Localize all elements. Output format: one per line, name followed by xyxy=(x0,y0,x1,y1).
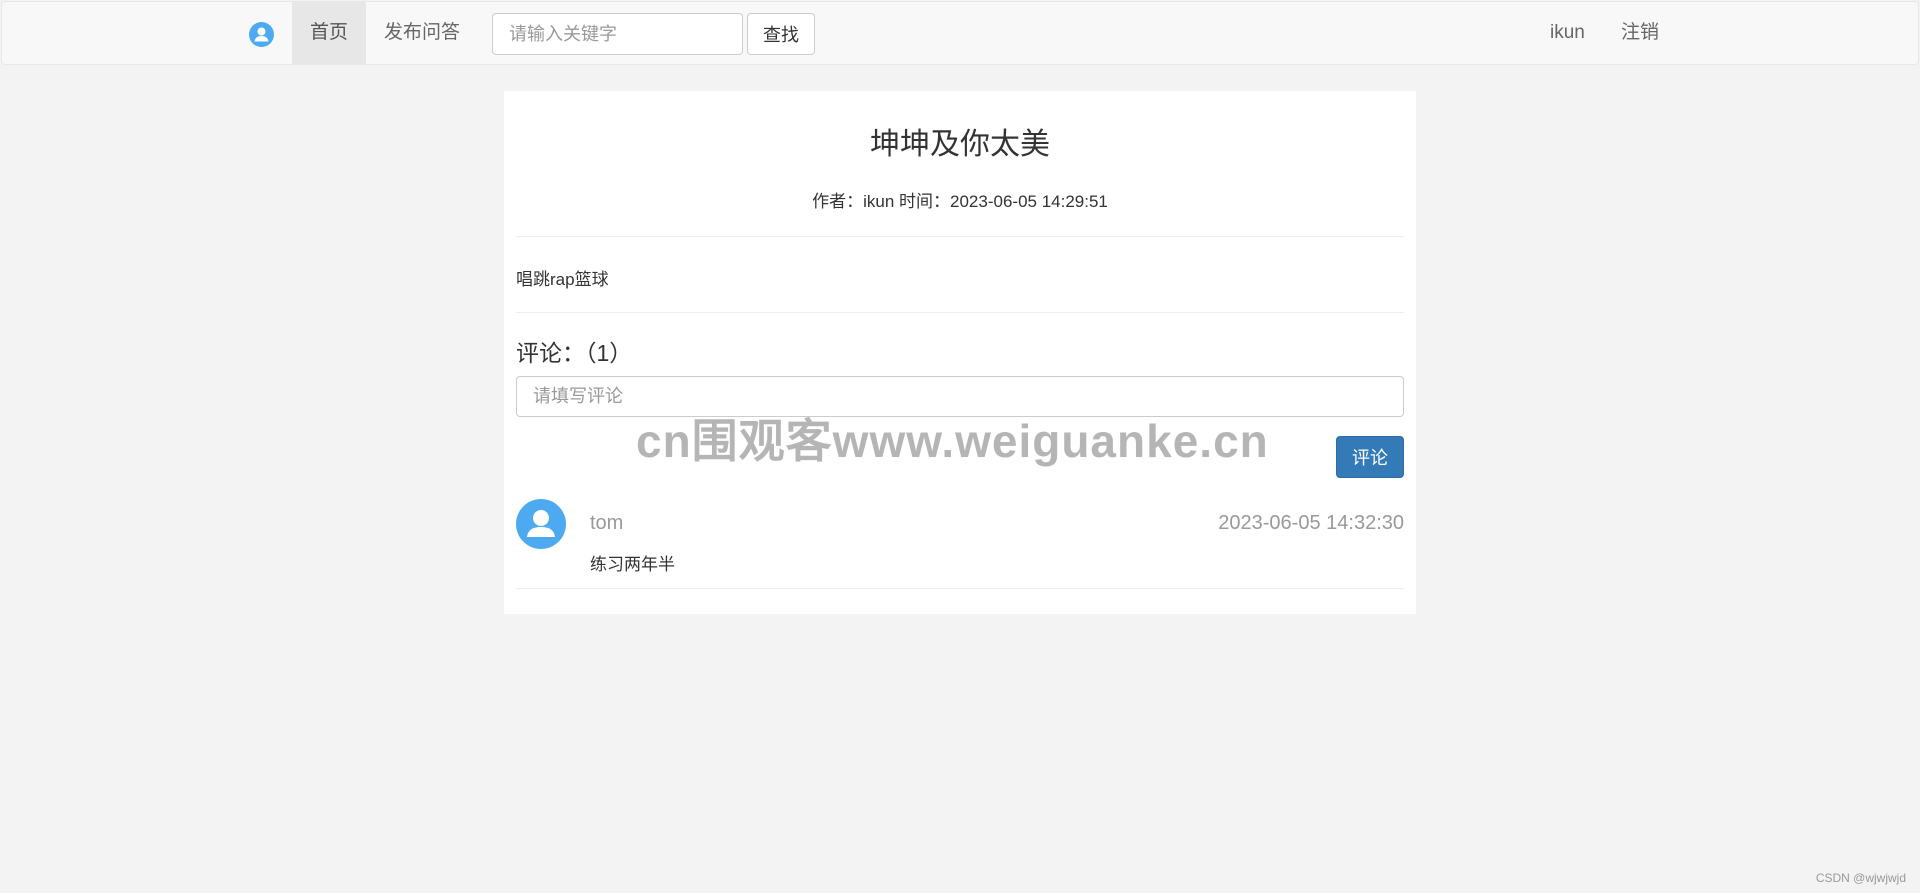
logout-link[interactable]: 注销 xyxy=(1603,2,1677,64)
post-title: 坤坤及你太美 xyxy=(870,128,1050,161)
question-card: 坤坤及你太美 作者：ikun 时间：2023-06-05 14:29:51 唱跳… xyxy=(504,91,1416,614)
comment-time: 2023-06-05 14:32:30 xyxy=(1218,512,1404,534)
user-icon[interactable] xyxy=(249,22,274,47)
divider xyxy=(516,588,1404,589)
post-content: 唱跳rap篮球 xyxy=(516,270,609,289)
comment-input[interactable] xyxy=(516,376,1404,417)
divider xyxy=(516,312,1404,313)
comments-heading: 评论：（1） xyxy=(516,340,633,366)
post-meta: 作者：ikun 时间：2023-06-05 14:29:51 xyxy=(812,192,1108,211)
nav-user-link[interactable]: ikun xyxy=(1532,2,1603,64)
comment-text: 练习两年半 xyxy=(590,555,675,574)
avatar xyxy=(516,499,566,549)
search-button[interactable]: 查找 xyxy=(747,13,815,55)
submit-comment-button[interactable]: 评论 xyxy=(1336,436,1404,478)
divider xyxy=(516,236,1404,237)
credit-text: CSDN @wjwjwjd xyxy=(1815,871,1906,885)
nav-item-home[interactable]: 首页 xyxy=(292,2,367,64)
top-navbar: 首页 发布问答 查找 ikun 注销 xyxy=(1,1,1919,65)
user-icon xyxy=(527,510,555,537)
nav-item-publish[interactable]: 发布问答 xyxy=(366,2,478,64)
search-input[interactable] xyxy=(492,13,743,55)
comment-author: tom xyxy=(590,512,624,534)
